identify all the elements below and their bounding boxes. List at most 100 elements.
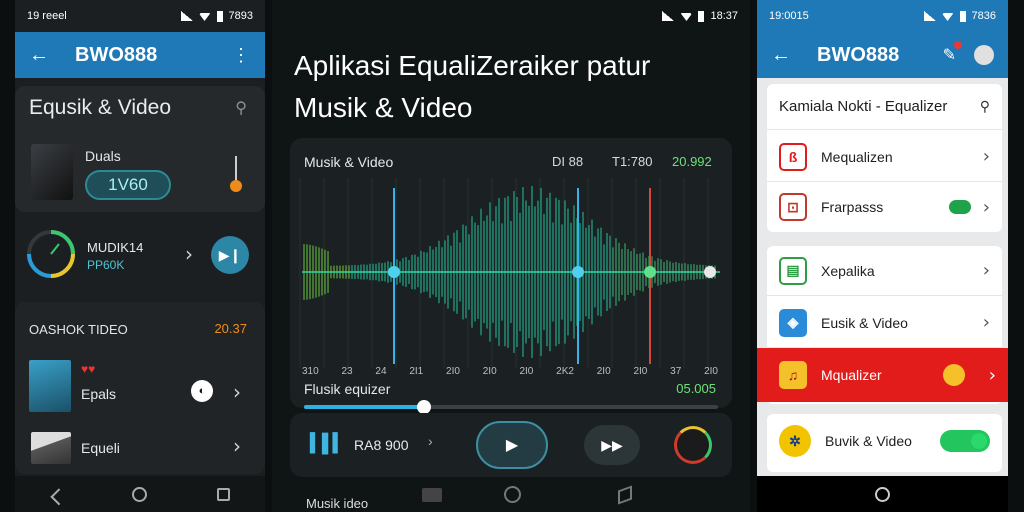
list-item[interactable]: ⊡ Frarpasss › [767, 182, 1002, 232]
eq-band-handle [644, 266, 656, 278]
eq-band-handle [704, 266, 716, 278]
item-label: Mqualizer [821, 367, 882, 383]
more-vert-icon[interactable]: ⋮ [232, 45, 251, 66]
item-label: Frarpasss [821, 199, 884, 215]
progress-knob[interactable] [417, 400, 432, 414]
middle-phone-screen: 18:37 Aplikasi EqualiZeraiker patur Musi… [272, 0, 750, 512]
track-name: MUDIK14 [87, 240, 144, 255]
section-header: Equsik & Video [29, 96, 172, 119]
search-icon[interactable]: ⚲ [980, 98, 990, 115]
status-badge [948, 200, 971, 214]
level-gauge-icon [25, 228, 77, 280]
primary-pill-button[interactable]: 1V60 [85, 170, 171, 200]
item-label: Buvik & Video [825, 433, 912, 449]
back-arrow-icon[interactable]: ← [771, 44, 791, 67]
settings-card-1: Kamiala Nokti - Equalizer ⚲ ß Mequalizen… [767, 84, 1002, 232]
item-label: Mequalizen [821, 148, 893, 165]
status-bar: 19 reeel 7893 [15, 0, 265, 32]
eq-value-3: 20.992 [672, 154, 712, 169]
eq-value-2: T1:780 [612, 154, 653, 169]
nav-back-icon[interactable] [618, 485, 632, 505]
chevron-right-icon[interactable]: › [233, 380, 241, 404]
nav-back-icon[interactable] [50, 488, 68, 506]
settings-card-2: ▤ Xepalika › ◈ Eusik & Video › ♫ Mqualiz… [757, 246, 1008, 404]
slider-knob[interactable] [230, 180, 242, 192]
chevron-right-icon[interactable]: › [983, 197, 990, 218]
title-line-2: Musik & Video [294, 92, 473, 123]
eq-value-1: DI 88 [552, 154, 584, 169]
app-bar: ← BWO888 ✎ [757, 32, 1008, 78]
calendar-icon: ▤ [779, 256, 807, 285]
chevron-right-icon[interactable]: › [983, 312, 990, 333]
heart-icon: ♥♥ [81, 362, 96, 376]
profile-icon[interactable] [974, 45, 994, 65]
thumbnail-1 [29, 360, 71, 412]
toggle-switch[interactable] [940, 430, 990, 452]
nav-recents-icon[interactable] [217, 487, 230, 501]
nav-home-icon[interactable] [504, 486, 521, 503]
frequency-tick-label: 310 [302, 366, 319, 377]
frequency-tick-label: 2I0 [519, 366, 534, 377]
search-icon[interactable]: ⚲ [235, 98, 247, 118]
eq-sub-label: Flusik equizer [304, 381, 391, 397]
right-phone-screen: 19:0015 7836 ← BWO888 ✎ Kamiala Nokti - … [757, 0, 1008, 512]
equalizer-bars-icon[interactable]: ▍▌▍ [310, 433, 346, 454]
equalizer-card: Musik & Video DI 88 T1:780 20.992 310 23 2… [290, 138, 732, 408]
frequency-tick-label: 23 [341, 366, 353, 377]
back-arrow-icon[interactable]: ← [29, 44, 49, 67]
system-nav-bar [757, 476, 1008, 512]
page-title: Aplikasi EqualiZeraiker patur Musik & Vi… [294, 45, 650, 129]
play-button[interactable]: ▶ [476, 421, 548, 469]
track-sub: PP60K [87, 258, 125, 272]
chevron-right-icon[interactable]: › [983, 146, 990, 167]
eq-band-handle [388, 266, 400, 278]
list-item[interactable]: ✲ Buvik & Video [767, 416, 1002, 466]
control-bar: ▍▌▍ RA8 900 › ▶ ▶▶ [290, 413, 732, 477]
status-right-text: 7893 [228, 10, 253, 22]
search-row[interactable]: Kamiala Nokti - Equalizer ⚲ [767, 84, 1002, 130]
signal-icon [662, 11, 675, 21]
list-item[interactable]: ß Mequalizen › [767, 132, 1002, 182]
chevron-right-icon[interactable]: › [233, 434, 241, 458]
gift-icon: ⊡ [779, 193, 807, 221]
list-item-1-label: Epals [81, 386, 117, 402]
nav-recents-icon[interactable] [422, 488, 442, 502]
slider-track[interactable] [235, 156, 237, 182]
frequency-tick-label: 24 [375, 366, 387, 377]
status-right-text: 7836 [971, 10, 996, 22]
card1-label: Duals [85, 148, 121, 164]
list-item[interactable]: ▤ Xepalika › [767, 246, 1002, 296]
chevron-right-icon[interactable]: › [428, 433, 433, 449]
signal-icon [923, 11, 936, 21]
app-bar: ← BWO888 ⋮ [15, 32, 265, 78]
app-title: BWO888 [817, 43, 900, 66]
equalizer-app-icon: ß [779, 142, 807, 171]
list-item[interactable]: ◈ Eusik & Video › [767, 298, 1002, 348]
list-item-highlighted[interactable]: ♫ Mqualizer › [757, 348, 1008, 402]
top-card: Equsik & Video ⚲ Duals 1V60 [15, 86, 265, 212]
progress-track[interactable] [304, 400, 718, 414]
eq-band-handle [572, 266, 584, 278]
settings-gear-icon: ✲ [779, 425, 811, 457]
skip-button[interactable]: ▶❙ [211, 236, 249, 274]
list-item-2-label: Equeli [81, 440, 120, 456]
rotary-knob[interactable] [674, 426, 712, 464]
mic-icon[interactable]: ✎ [943, 41, 962, 65]
frequency-tick-label: 2I0 [704, 366, 718, 377]
frequency-tick-label: 2K2 [556, 366, 574, 377]
settings-card-3: ✲ Buvik & Video [767, 414, 1002, 472]
chevron-right-icon[interactable]: › [989, 365, 996, 386]
badge-icon[interactable]: ◐ [191, 380, 213, 402]
chevron-right-icon[interactable]: › [185, 242, 193, 266]
status-left-text: 19:0015 [769, 10, 809, 22]
fast-forward-button[interactable]: ▶▶ [584, 425, 640, 465]
progress-fill [304, 405, 425, 409]
chevron-right-icon[interactable]: › [983, 260, 990, 281]
status-bar: 18:37 [272, 0, 750, 32]
frequency-tick-label: 2I0 [482, 366, 497, 377]
video-icon: ◈ [779, 308, 807, 337]
nav-home-icon[interactable] [132, 486, 147, 502]
wifi-icon [198, 13, 211, 21]
nav-home-icon[interactable] [875, 486, 890, 502]
waveform-chart[interactable] [290, 168, 732, 388]
